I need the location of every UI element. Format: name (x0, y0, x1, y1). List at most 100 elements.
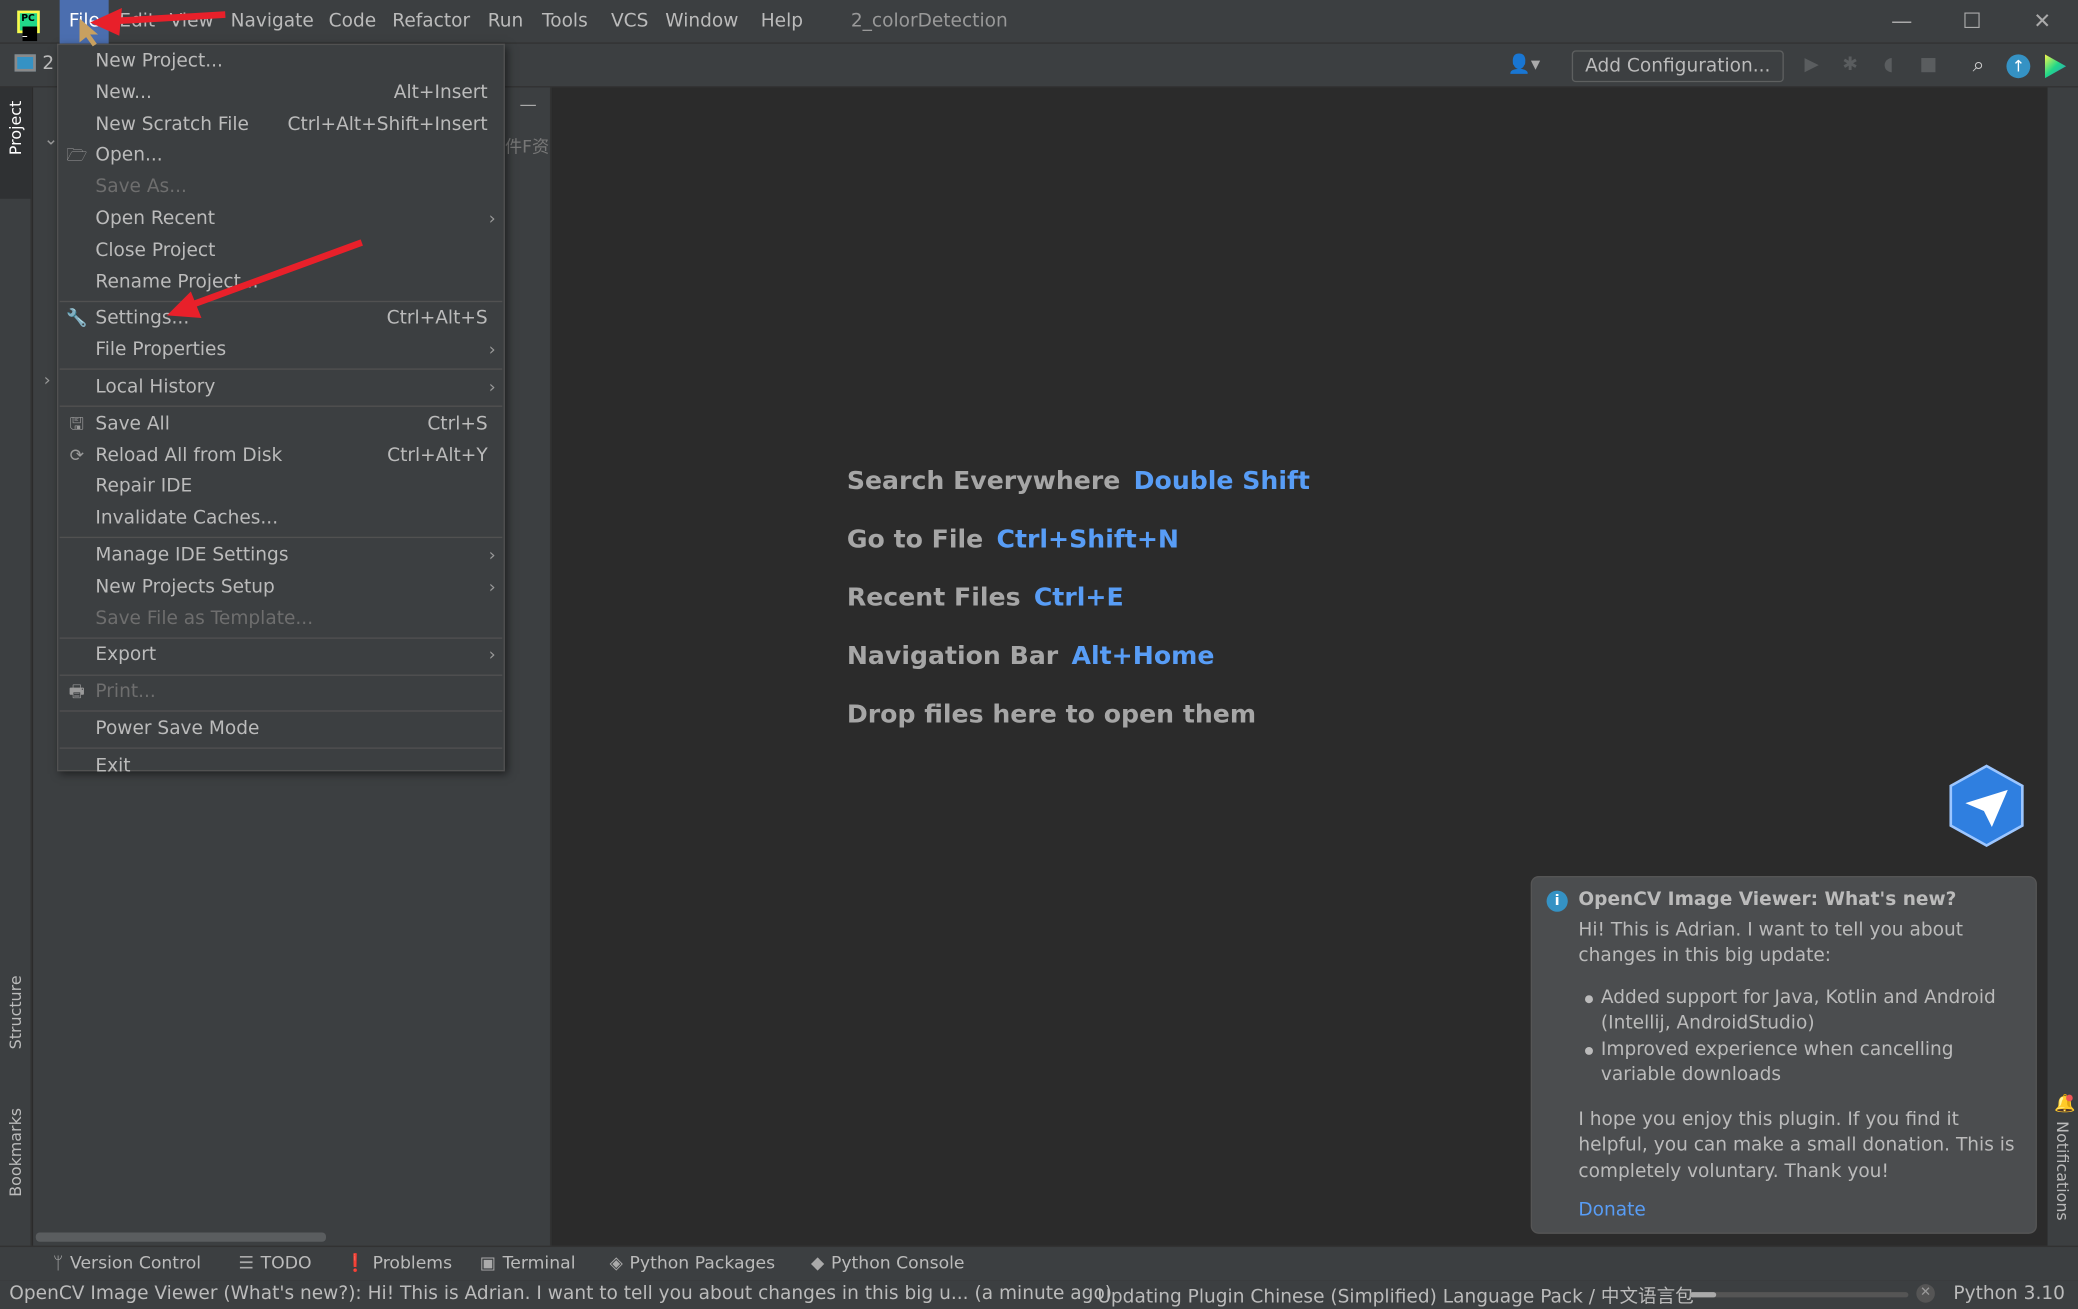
bookmarks-tool-tab[interactable]: Bookmarks (7, 1108, 26, 1197)
menu-item-label: Invalidate Caches... (95, 507, 279, 529)
chevron-right-icon: › (488, 545, 496, 566)
menu-window[interactable]: Window (665, 11, 738, 32)
left-tool-stripe: Project Structure Bookmarks (0, 87, 32, 1246)
menu-item-label: Repair IDE (95, 476, 193, 498)
project-tree-text: 件F资 (504, 137, 550, 158)
menu-item-label: Manage IDE Settings (95, 544, 289, 566)
menu-item-shortcut: Ctrl+Alt+Y (387, 444, 488, 466)
save-icon: 🖫 (69, 414, 85, 435)
menu-item-label: Save File as Template... (95, 607, 314, 629)
menu-item-reload-all-from-disk[interactable]: ⟳ Reload All from Disk Ctrl+Alt+Y (58, 441, 503, 473)
python-icon: ◆ (811, 1253, 825, 1274)
notifications-tool-tab[interactable]: Notifications (2053, 1121, 2072, 1221)
menu-file[interactable]: File (59, 0, 110, 44)
status-bar: OpenCV Image Viewer (What's new?): Hi! T… (0, 1280, 2078, 1309)
minimize-icon[interactable]: — (1888, 8, 1915, 35)
tool-todo[interactable]: ☰ TODO (239, 1254, 312, 1274)
collapse-icon[interactable]: — (520, 95, 537, 115)
print-icon: 🖶 (68, 682, 86, 703)
maximize-icon[interactable]: ☐ (1959, 8, 1986, 35)
menu-item-new-project[interactable]: New Project... (58, 46, 503, 78)
menu-navigate[interactable]: Navigate (231, 11, 314, 32)
menu-item-label: Export (95, 644, 157, 666)
menu-item-invalidate-caches[interactable]: Invalidate Caches... (58, 504, 503, 536)
hint-label: Go to File (846, 524, 984, 554)
notification-outro: I hope you enjoy this plugin. If you fin… (1578, 1108, 2015, 1182)
close-icon[interactable]: ✕ (2029, 8, 2056, 35)
bullet-item: Added support for Java, Kotlin and Andro… (1578, 985, 2019, 1037)
menu-item-close-project[interactable]: Close Project (58, 236, 503, 268)
menu-item-open-recent[interactable]: Open Recent › (58, 204, 503, 236)
tool-python-packages[interactable]: ◈ Python Packages (610, 1254, 775, 1274)
wrench-icon: 🔧 (66, 309, 88, 330)
menu-item-local-history[interactable]: Local History › (58, 372, 503, 404)
hint-navigation-bar: Navigation Bar Alt+Home (847, 641, 1215, 670)
tool-python-console[interactable]: ◆ Python Console (811, 1254, 964, 1274)
menu-refactor[interactable]: Refactor (392, 11, 470, 32)
update-icon[interactable]: ↑ (2006, 54, 2031, 79)
project-icon (14, 54, 36, 72)
donate-link[interactable]: Donate (1578, 1198, 2019, 1224)
menu-vcs[interactable]: VCS (611, 11, 648, 32)
menu-item-settings[interactable]: 🔧 Settings... Ctrl+Alt+S (58, 304, 503, 336)
title-bar: PC _ File Edit View Navigate Code Refacto… (0, 0, 2078, 44)
menu-edit[interactable]: Edit (119, 11, 155, 32)
project-breadcrumb[interactable]: 2 (42, 53, 54, 74)
menu-item-label: New Scratch File (95, 113, 249, 135)
menu-help[interactable]: Help (761, 11, 803, 32)
hint-go-to-file: Go to File Ctrl+Shift+N (847, 525, 1179, 554)
add-configuration-button[interactable]: Add Configuration... (1571, 50, 1784, 83)
menu-item-repair-ide[interactable]: Repair IDE (58, 472, 503, 504)
menu-item-label: Print... (95, 681, 156, 703)
menu-item-power-save-mode[interactable]: Power Save Mode (58, 714, 503, 746)
user-icon[interactable]: 👤▾ (1504, 54, 1544, 78)
tool-terminal[interactable]: ▣ Terminal (480, 1254, 576, 1274)
plugin-logo-icon[interactable] (2044, 54, 2067, 79)
menu-item-export[interactable]: Export › (58, 641, 503, 673)
hint-label: Navigation Bar (846, 641, 1059, 671)
menu-item-label: Save As... (95, 176, 187, 198)
menu-tools[interactable]: Tools (542, 11, 588, 32)
pycharm-logo-icon: PC _ (17, 10, 40, 42)
project-tool-tab[interactable]: Project (7, 101, 26, 155)
menu-item-save-all[interactable]: 🖫 Save All Ctrl+S (58, 409, 503, 441)
menu-item-shortcut: Ctrl+Alt+Shift+Insert (287, 113, 488, 135)
structure-tool-tab[interactable]: Structure (7, 975, 26, 1049)
cancel-progress-icon[interactable]: ✕ (1916, 1284, 1935, 1303)
menu-item-exit[interactable]: Exit (58, 751, 503, 783)
menu-item-label: Rename Project... (95, 271, 259, 293)
menu-item-manage-ide-settings[interactable]: Manage IDE Settings › (58, 541, 503, 573)
run-icon[interactable]: ▶ (1800, 54, 1824, 78)
search-icon[interactable]: ⌕ (1967, 52, 1991, 77)
menu-item-new[interactable]: New... Alt+Insert (58, 78, 503, 110)
menu-view[interactable]: View (170, 11, 214, 32)
interpreter-selector[interactable]: Python 3.10 (1953, 1283, 2065, 1304)
stop-icon[interactable]: ■ (1916, 54, 1940, 78)
debug-icon[interactable]: ✱ (1838, 54, 1862, 78)
menu-item-new-scratch-file[interactable]: New Scratch File Ctrl+Alt+Shift+Insert (58, 109, 503, 141)
menu-item-label: New... (95, 81, 152, 104)
menu-item-rename-project[interactable]: Rename Project... (58, 267, 503, 299)
hint-shortcut: Ctrl+Shift+N (996, 524, 1180, 554)
status-message[interactable]: OpenCV Image Viewer (What's new?): Hi! T… (9, 1283, 1112, 1304)
horizontal-scrollbar[interactable] (35, 1232, 327, 1242)
menu-item-file-properties[interactable]: File Properties › (58, 336, 503, 368)
tool-problems[interactable]: ❗ Problems (345, 1254, 452, 1274)
menu-item-save-as: Save As... (58, 173, 503, 205)
coverage-icon[interactable]: ◖ (1877, 54, 1901, 78)
notification-title: OpenCV Image Viewer: What's new? (1578, 889, 1957, 911)
bird-plugin-icon[interactable] (1947, 763, 2027, 848)
chevron-right-icon[interactable]: › (44, 371, 51, 391)
menu-item-label: New Project... (95, 50, 223, 72)
menu-run[interactable]: Run (488, 11, 524, 32)
menu-code[interactable]: Code (329, 11, 377, 32)
menu-item-shortcut: Alt+Insert (393, 81, 488, 104)
tool-label: Version Control (69, 1253, 202, 1274)
warning-icon: ❗ (344, 1253, 367, 1274)
menu-item-label: Save All (95, 413, 170, 435)
hint-shortcut: Alt+Home (1071, 641, 1215, 671)
chevron-right-icon: › (488, 209, 496, 230)
tool-version-control[interactable]: ᛘ Version Control (53, 1254, 201, 1274)
menu-item-new-projects-setup[interactable]: New Projects Setup › (58, 572, 503, 604)
menu-item-open[interactable]: 🗁 Open... (58, 141, 503, 173)
